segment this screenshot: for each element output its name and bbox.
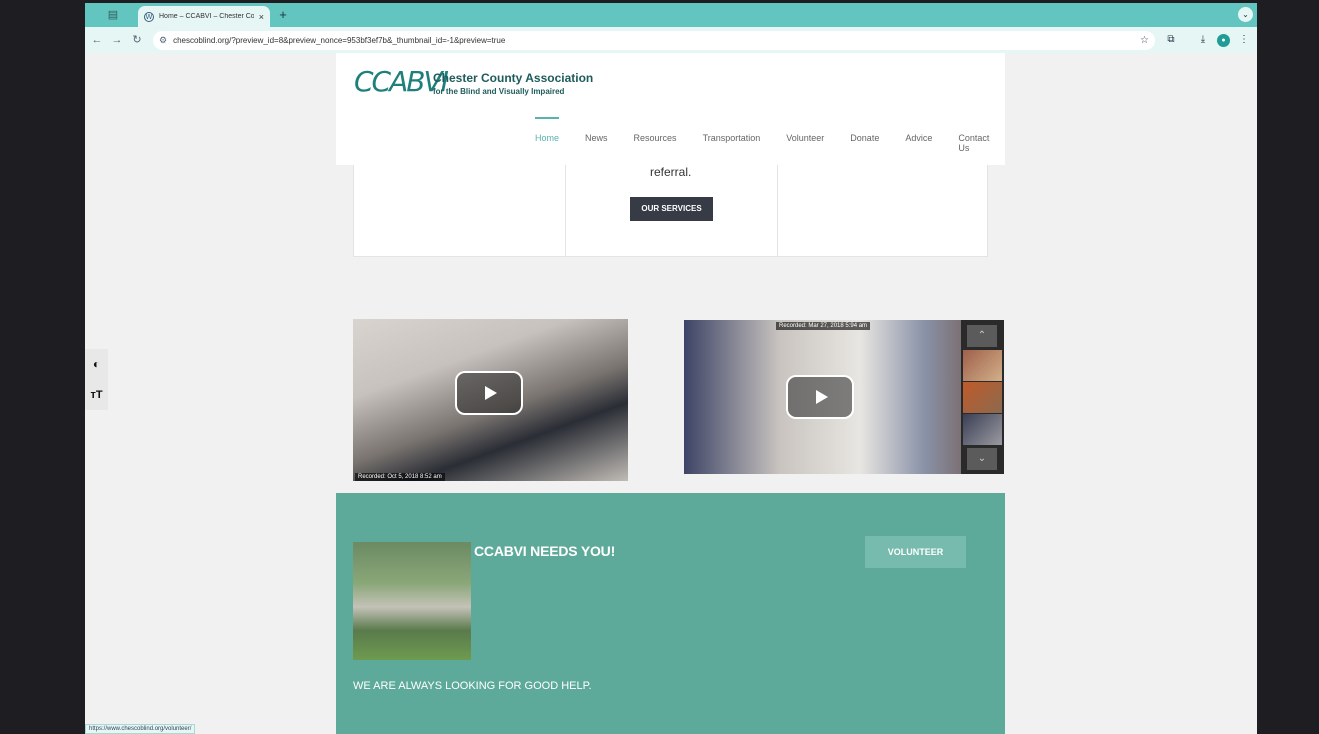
back-icon[interactable]: ← <box>89 32 105 48</box>
url-text[interactable]: chescoblind.org/?preview_id=8&preview_no… <box>173 36 1134 45</box>
video-thumbnail-strip: ⌃ ⌄ <box>961 320 1004 474</box>
download-icon[interactable]: ⤓ <box>1195 32 1211 48</box>
services-columns: referral. OUR SERVICES <box>353 165 988 257</box>
tab-strip: ▤ W Home – CCABVI – Chester Co × + ⌄ <box>85 3 1257 27</box>
tab-close-icon[interactable]: × <box>259 12 264 22</box>
site-settings-icon[interactable]: ⚙ <box>159 35 167 46</box>
org-name: Chester County Association <box>433 71 594 85</box>
main-nav: Home News Resources Transportation Volun… <box>522 117 1005 153</box>
video-player-1[interactable]: Recorded: Oct 5, 2018 8:52 am <box>353 319 628 481</box>
services-text: referral. <box>650 165 692 179</box>
nav-transportation[interactable]: Transportation <box>690 133 774 153</box>
play-icon[interactable] <box>455 371 523 415</box>
new-tab-button[interactable]: + <box>275 7 291 23</box>
status-bar-url: https://www.chescoblind.org/volunteer/ <box>85 724 196 734</box>
our-services-button[interactable]: OUR SERVICES <box>630 197 713 221</box>
chevron-down-icon[interactable]: ⌄ <box>967 448 997 470</box>
tab-title: Home – CCABVI – Chester Co <box>159 13 254 20</box>
page-viewport: CCABVI Chester County Association for th… <box>85 53 1257 734</box>
video-thumbnail[interactable] <box>963 414 1002 445</box>
browser-window: ▤ W Home – CCABVI – Chester Co × + ⌄ ← →… <box>85 3 1257 734</box>
volunteer-heading: CCABVI NEEDS YOU! <box>474 543 616 559</box>
menu-icon[interactable]: ⋮ <box>1236 32 1252 48</box>
volunteer-button[interactable]: VOLUNTEER <box>865 536 966 568</box>
forward-icon[interactable]: → <box>109 32 125 48</box>
contrast-icon[interactable]: ◐ <box>85 349 108 379</box>
site-header: CCABVI Chester County Association for th… <box>336 53 1005 165</box>
extensions-icon[interactable]: ⧉ <box>1163 32 1179 48</box>
column-divider <box>777 165 778 257</box>
profile-avatar[interactable]: ● <box>1217 34 1230 47</box>
play-icon[interactable] <box>786 375 854 419</box>
text-size-icon[interactable]: тT <box>85 380 108 410</box>
nav-resources[interactable]: Resources <box>621 133 690 153</box>
nav-home[interactable]: Home <box>522 117 572 153</box>
nav-volunteer[interactable]: Volunteer <box>773 133 837 153</box>
bookmark-star-icon[interactable]: ☆ <box>1140 35 1149 46</box>
nav-contact-us[interactable]: Contact Us <box>945 133 1005 153</box>
chevron-up-icon[interactable]: ⌃ <box>967 325 997 347</box>
video-timestamp: Recorded: Oct 5, 2018 8:52 am <box>355 473 445 481</box>
tab-search-icon[interactable]: ▤ <box>93 7 133 23</box>
volunteer-text: WE ARE ALWAYS LOOKING FOR GOOD HELP. <box>353 680 592 692</box>
volunteer-group-photo <box>353 542 471 660</box>
address-bar[interactable]: ⚙ chescoblind.org/?preview_id=8&preview_… <box>153 31 1155 50</box>
volunteer-section: CCABVI NEEDS YOU! VOLUNTEER WE ARE ALWAY… <box>336 493 1005 734</box>
wordpress-icon: W <box>144 11 154 22</box>
column-divider <box>565 165 566 257</box>
video-timestamp: Recorded: Mar 27, 2018 5:94 am <box>776 322 871 330</box>
nav-donate[interactable]: Donate <box>837 133 892 153</box>
reload-icon[interactable]: ↻ <box>129 32 145 48</box>
video-player-2[interactable]: Recorded: Mar 27, 2018 5:94 am ⌃ ⌄ <box>684 320 1004 474</box>
nav-news[interactable]: News <box>572 133 621 153</box>
org-tagline: for the Blind and Visually Impaired <box>433 87 565 96</box>
browser-tab[interactable]: W Home – CCABVI – Chester Co × <box>138 6 270 27</box>
accessibility-toolbar: ◐ тT <box>85 349 108 410</box>
video-thumbnail[interactable] <box>963 382 1002 413</box>
browser-toolbar: ← → ↻ ⚙ chescoblind.org/?preview_id=8&pr… <box>85 27 1257 53</box>
tab-list-chevron-icon[interactable]: ⌄ <box>1238 7 1253 22</box>
video-thumbnail[interactable] <box>963 350 1002 381</box>
nav-advice[interactable]: Advice <box>892 133 945 153</box>
